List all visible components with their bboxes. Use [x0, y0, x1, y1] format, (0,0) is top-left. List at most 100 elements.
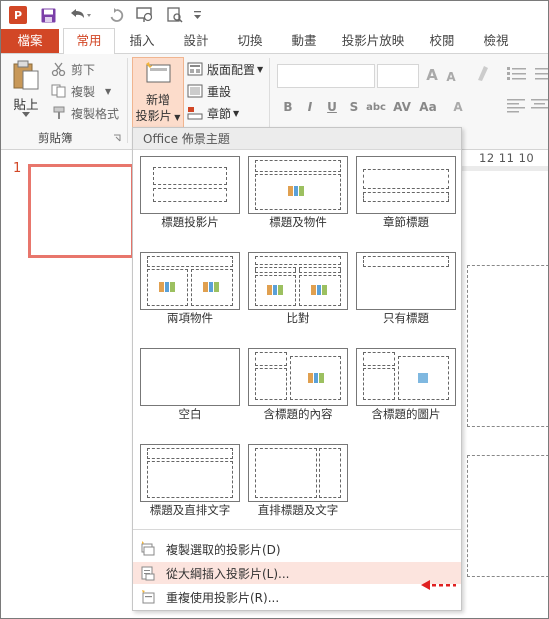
bold-button[interactable]: B: [279, 98, 297, 116]
tab-file[interactable]: 檔案: [1, 29, 59, 53]
menu-item-label: 複製選取的投影片(D): [166, 543, 281, 557]
layout-label: 比對: [286, 311, 310, 325]
numbering-icon[interactable]: [531, 66, 548, 82]
reuse-slides-item[interactable]: 重複使用投影片(R)...: [133, 586, 461, 608]
change-case-icon[interactable]: Aa: [419, 98, 437, 116]
layout-title-vertical-text[interactable]: 標題及直排文字: [140, 444, 240, 521]
underline-button[interactable]: U: [323, 98, 341, 116]
pointer-arrow-icon: [421, 580, 456, 590]
content-placeholder[interactable]: [467, 455, 548, 577]
align-center-icon[interactable]: [531, 98, 548, 114]
layout-title-only[interactable]: 只有標題: [356, 252, 456, 329]
title-placeholder[interactable]: [467, 265, 548, 427]
font-size-combo[interactable]: [377, 64, 419, 88]
powerpoint-window: P 檔案 常用 插入 設計 切換 動畫 投影片放映 校閱 檢視 貼上 剪下 複製…: [0, 0, 549, 619]
align-left-icon[interactable]: [507, 98, 527, 114]
group-divider: [127, 58, 128, 143]
font-color-icon[interactable]: A: [449, 98, 467, 116]
grow-font-icon[interactable]: A: [423, 66, 441, 84]
layout-button[interactable]: 版面配置 ▼: [187, 59, 263, 79]
layout-title-content[interactable]: 標題及物件: [248, 156, 348, 233]
strikethrough-icon[interactable]: abc: [366, 98, 386, 116]
reset-icon: [187, 84, 203, 98]
duplicate-slide-icon: [141, 541, 155, 556]
clipboard-group-label: 剪貼簿: [38, 131, 73, 145]
layout-label: 兩項物件: [167, 311, 213, 325]
cut-label: 剪下: [71, 62, 96, 77]
menu-item-label: 從大綱插入投影片(L)...: [166, 567, 290, 581]
char-spacing-icon[interactable]: AV: [393, 98, 411, 116]
tab-animations[interactable]: 動畫: [281, 29, 327, 53]
start-slideshow-icon[interactable]: [135, 6, 155, 24]
tab-transitions[interactable]: 切換: [227, 29, 273, 53]
format-painter-icon: [53, 106, 65, 119]
layout-label: 標題及物件: [269, 215, 327, 229]
copy-label: 複製: [71, 84, 96, 99]
section-label: 章節: [207, 106, 232, 121]
section-button[interactable]: 章節 ▼: [187, 103, 239, 123]
layout-label: 空白: [178, 407, 202, 421]
shrink-font-icon[interactable]: A: [442, 68, 460, 86]
paste-button[interactable]: 貼上: [5, 56, 47, 118]
layout-vertical-title-text[interactable]: 直排標題及文字: [248, 444, 348, 521]
tab-review[interactable]: 校閱: [419, 29, 465, 53]
slide-edit-area[interactable]: [461, 171, 548, 618]
layout-picture-with-caption[interactable]: 含標題的圖片: [356, 348, 456, 425]
copy-icon: [51, 84, 66, 98]
slides-from-outline-item[interactable]: 從大綱插入投影片(L)...: [133, 562, 461, 584]
dialog-launcher-icon[interactable]: [113, 134, 121, 142]
layout-icon: [187, 62, 203, 76]
tab-view[interactable]: 檢視: [473, 29, 519, 53]
layout-section-header[interactable]: 章節標題: [356, 156, 456, 233]
tab-insert[interactable]: 插入: [119, 29, 165, 53]
new-slide-label-2: 投影片: [135, 109, 172, 123]
layout-label: 含標題的內容: [263, 407, 333, 421]
layout-blank[interactable]: 空白: [140, 348, 240, 425]
bullets-icon[interactable]: [507, 66, 527, 82]
dropdown-header: Office 佈景主題: [133, 128, 461, 150]
repeat-icon[interactable]: [107, 6, 125, 24]
layout-title-slide[interactable]: 標題投影片: [140, 156, 240, 233]
new-slide-button[interactable]: 新增 投影片 ▼: [132, 57, 184, 129]
font-name-combo[interactable]: [277, 64, 375, 88]
outline-icon: [141, 566, 155, 581]
format-painter-button[interactable]: 複製格式: [51, 103, 119, 123]
layout-comparison[interactable]: 比對: [248, 252, 348, 329]
duplicate-slide-item[interactable]: 複製選取的投影片(D): [133, 538, 461, 560]
chevron-down-icon: [22, 112, 30, 117]
customize-toolbar-icon[interactable]: [191, 6, 203, 24]
cut-button[interactable]: 剪下: [51, 59, 95, 79]
new-slide-label-1: 新增: [145, 93, 170, 107]
dropdown-separator: [133, 529, 461, 530]
new-slide-icon: [146, 62, 171, 83]
paste-icon: [13, 60, 39, 90]
slide-thumbnail[interactable]: [28, 164, 134, 258]
layout-label: 章節標題: [383, 215, 429, 229]
ribbon-tabs: 檔案 常用 插入 設計 切換 動畫 投影片放映 校閱 檢視: [1, 28, 548, 55]
layout-label: 版面配置: [207, 62, 256, 77]
copy-button[interactable]: 複製 ▼: [51, 81, 111, 101]
shadow-button[interactable]: S: [345, 98, 363, 116]
tab-slide-show[interactable]: 投影片放映: [335, 29, 411, 53]
reset-label: 重設: [207, 84, 232, 99]
scissors-icon: [51, 62, 66, 76]
print-preview-icon[interactable]: [165, 6, 185, 24]
undo-icon[interactable]: [67, 6, 93, 24]
clear-formatting-icon[interactable]: [475, 64, 489, 82]
layout-two-content[interactable]: 兩項物件: [140, 252, 240, 329]
ruler-text: 12 11 10: [479, 151, 535, 165]
powerpoint-logo-icon: P: [9, 6, 27, 24]
layout-label: 只有標題: [383, 311, 429, 325]
reset-button[interactable]: 重設: [187, 81, 231, 101]
chevron-down-icon: ▼: [233, 108, 240, 118]
section-icon: [187, 107, 203, 120]
tab-home[interactable]: 常用: [63, 28, 115, 55]
save-icon[interactable]: [39, 6, 57, 24]
new-slide-dropdown: Office 佈景主題 標題投影片 標題及物件 章節標題 兩項物件 比對 只有標…: [132, 127, 462, 611]
slide-number: 1: [13, 161, 22, 176]
tab-design[interactable]: 設計: [173, 29, 219, 53]
quick-access-toolbar: P: [1, 1, 548, 29]
layout-content-with-caption[interactable]: 含標題的內容: [248, 348, 348, 425]
chevron-down-icon: ▼: [257, 64, 264, 74]
italic-button[interactable]: I: [301, 98, 319, 116]
